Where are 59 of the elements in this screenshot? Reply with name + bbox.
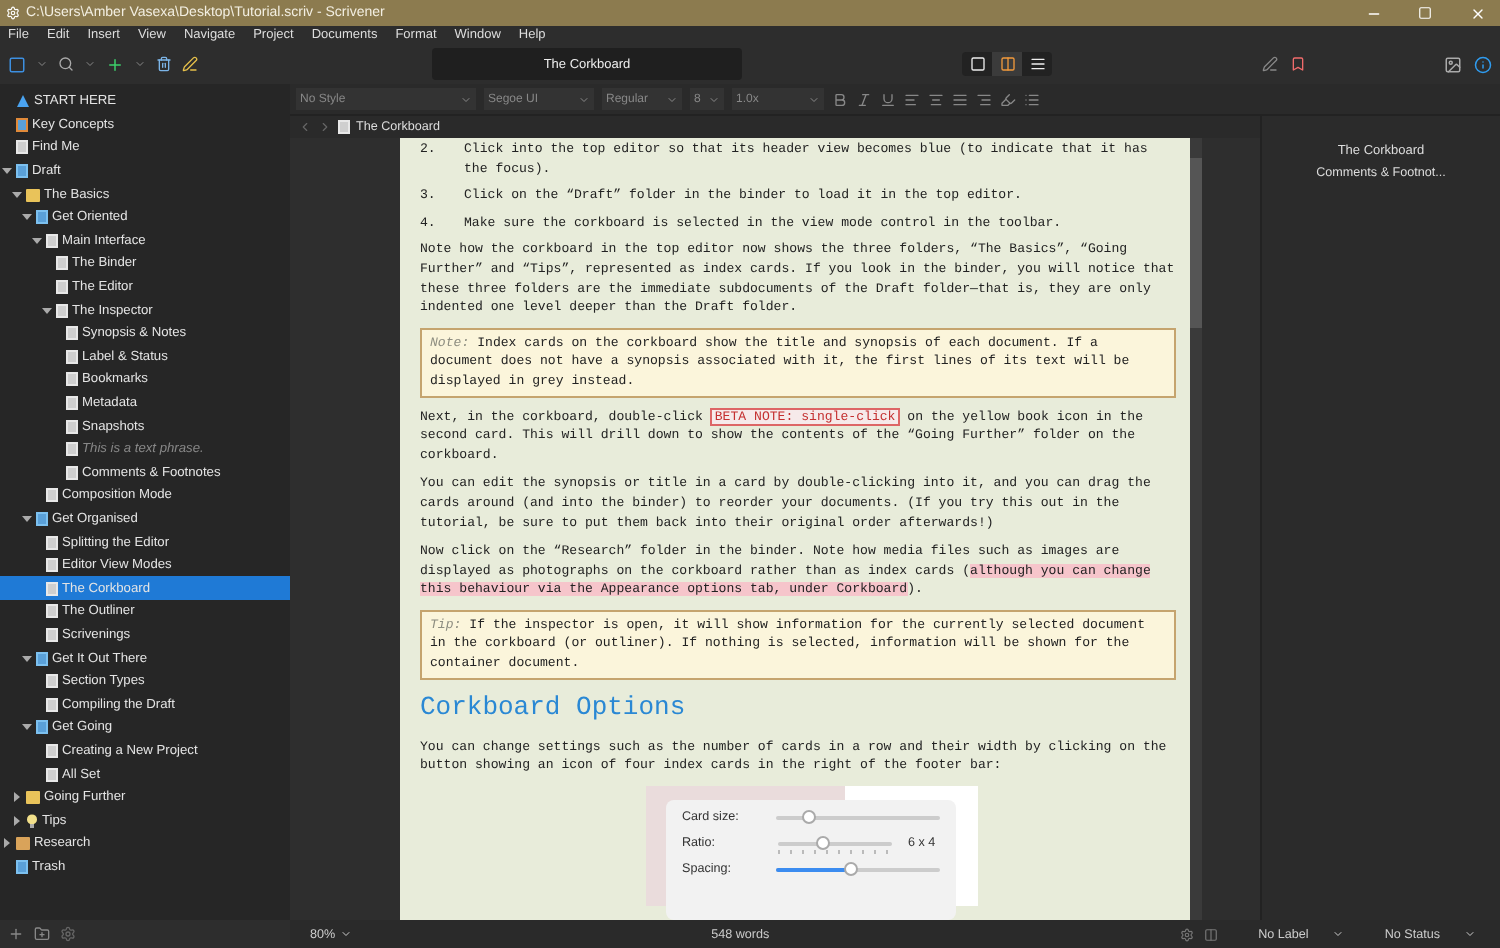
- collapsed-arrow-icon[interactable]: [12, 815, 22, 826]
- back-icon[interactable]: [298, 120, 312, 134]
- expanded-arrow-icon[interactable]: [42, 305, 52, 316]
- caret-icon: [1464, 928, 1476, 940]
- caret-icon: [808, 93, 820, 105]
- expanded-arrow-icon[interactable]: [22, 722, 32, 733]
- plus-icon[interactable]: [106, 55, 124, 73]
- search-icon[interactable]: [58, 56, 74, 72]
- collapsed-arrow-icon[interactable]: [12, 792, 22, 803]
- expanded-arrow-icon[interactable]: [32, 235, 42, 246]
- expanded-arrow-icon[interactable]: [22, 653, 32, 664]
- section-heading: Corkboard Options: [420, 689, 688, 726]
- caret-icon: [339, 928, 352, 940]
- expanded-arrow-icon[interactable]: [2, 166, 12, 177]
- binder-toggle-icon[interactable]: [8, 55, 26, 73]
- align-justify-icon[interactable]: [952, 91, 968, 107]
- folder-icon: [16, 836, 30, 851]
- lightbulb-icon: [26, 813, 38, 828]
- expanded-arrow-icon[interactable]: [22, 212, 32, 223]
- caret-icon: [578, 93, 590, 105]
- underline-icon[interactable]: [880, 91, 896, 107]
- caret-icon: [666, 93, 678, 105]
- add-icon[interactable]: [8, 926, 24, 942]
- align-left-icon[interactable]: [904, 91, 920, 107]
- maximize-icon[interactable]: [1418, 6, 1432, 20]
- image-icon[interactable]: [1444, 55, 1462, 73]
- trash-icon[interactable]: [156, 56, 172, 72]
- bookmark-icon[interactable]: [1290, 56, 1306, 72]
- forward-icon[interactable]: [318, 120, 332, 134]
- expanded-arrow-icon[interactable]: [22, 513, 32, 524]
- highlighter-icon[interactable]: [1000, 91, 1016, 107]
- italic-icon[interactable]: [856, 91, 872, 107]
- align-center-icon[interactable]: [928, 91, 944, 107]
- outliner-view-icon: [1029, 56, 1045, 72]
- document-view-icon: [969, 56, 985, 72]
- caret-icon: [708, 93, 720, 105]
- triangle-icon: [16, 94, 30, 109]
- corkboard-view-icon: [999, 56, 1015, 72]
- caret-icon: [1332, 928, 1345, 940]
- expanded-arrow-icon[interactable]: [12, 189, 22, 200]
- corkboard-view-button[interactable]: [992, 52, 1022, 76]
- folder-icon: [26, 187, 40, 202]
- compose-icon[interactable]: [1262, 56, 1278, 72]
- folder-add-icon[interactable]: [34, 926, 50, 942]
- collapsed-arrow-icon[interactable]: [2, 838, 12, 849]
- align-right-icon[interactable]: [976, 91, 992, 107]
- settings-icon[interactable]: [60, 926, 76, 942]
- pen-icon[interactable]: [182, 56, 198, 72]
- bold-icon[interactable]: [832, 91, 848, 107]
- corkboard-options-icon[interactable]: [1204, 927, 1219, 941]
- app-icon: [6, 6, 20, 20]
- folder-icon: [26, 790, 40, 805]
- list-icon[interactable]: [1024, 91, 1040, 107]
- info-icon[interactable]: [1474, 55, 1492, 73]
- close-icon[interactable]: [1469, 5, 1485, 21]
- scrollbar[interactable]: [1190, 138, 1202, 920]
- document-icon: [16, 859, 28, 874]
- caret-icon: [460, 93, 472, 105]
- document-icon: [338, 120, 350, 134]
